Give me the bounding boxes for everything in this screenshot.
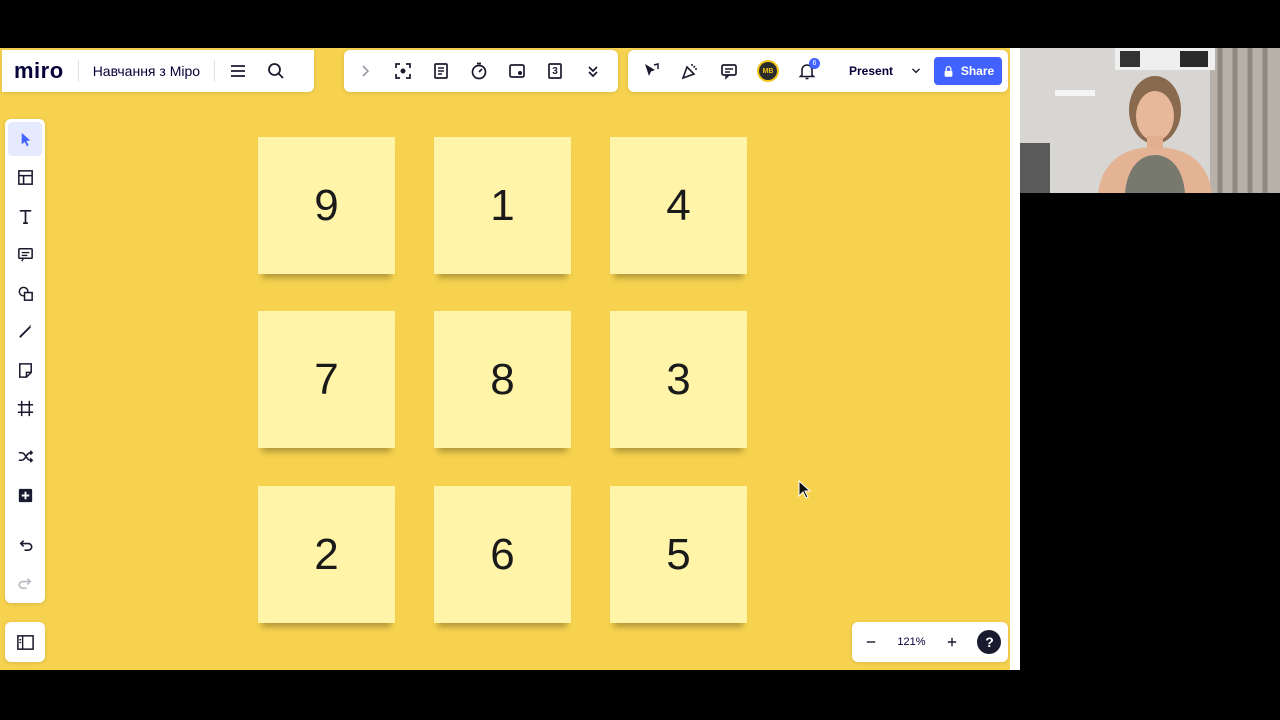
expand-toolbar-button[interactable]	[348, 54, 382, 88]
connector-tool[interactable]	[8, 439, 42, 473]
cursor-flag-icon	[645, 63, 659, 76]
notifications-button[interactable]: 6	[790, 54, 824, 88]
comment-tool[interactable]	[8, 237, 42, 271]
screen: 9 1 4 7 8 3 2 6 5 miro Навчання з Міро 3…	[0, 0, 1280, 720]
plus-icon	[947, 637, 956, 647]
timer-icon	[471, 62, 487, 80]
text-tool[interactable]	[8, 199, 42, 233]
sticky-note[interactable]: 9	[258, 137, 395, 274]
sticky-note[interactable]: 5	[610, 486, 747, 623]
divider	[214, 60, 216, 82]
divider	[77, 60, 79, 82]
shapes-icon	[18, 286, 33, 301]
more-apps-tool[interactable]	[8, 478, 42, 512]
collaboration-toolbar: 3	[344, 50, 618, 92]
zoom-controls: 121% ?	[852, 622, 1008, 662]
zoom-level[interactable]: 121%	[897, 636, 925, 648]
notification-badge: 6	[809, 58, 820, 69]
search-icon	[268, 63, 284, 79]
celebrate-button[interactable]	[673, 54, 707, 88]
user-avatar-button[interactable]: MB	[751, 54, 785, 88]
comments-button[interactable]	[712, 54, 746, 88]
presenter-video-icon	[1020, 48, 1280, 193]
minus-icon	[867, 641, 876, 643]
comment-icon	[721, 64, 737, 80]
select-tool[interactable]	[8, 122, 42, 156]
embed-icon	[509, 64, 525, 78]
sticky-note-text: 6	[490, 529, 515, 579]
undo-icon	[19, 539, 32, 551]
present-button[interactable]: Present	[849, 64, 893, 78]
sticky-note-text: 9	[314, 180, 339, 230]
redo-button[interactable]	[8, 565, 42, 599]
plus-square-icon	[18, 488, 32, 502]
redo-icon	[18, 577, 31, 589]
board-canvas[interactable]: 9 1 4 7 8 3 2 6 5	[0, 48, 1018, 670]
sticky-note[interactable]: 7	[258, 311, 395, 448]
webcam-video	[1020, 48, 1280, 193]
board-title[interactable]: Навчання з Міро	[93, 63, 200, 79]
chevron-right-icon	[362, 65, 370, 77]
share-button[interactable]: Share	[934, 57, 1002, 85]
reactions-button[interactable]	[634, 54, 668, 88]
shuffle-icon	[18, 449, 33, 463]
comment-icon	[17, 247, 33, 262]
pen-tool[interactable]	[8, 314, 42, 348]
shapes-tool[interactable]	[8, 276, 42, 310]
sticky-note[interactable]: 3	[610, 311, 747, 448]
layout-icon	[17, 169, 33, 185]
avatar: MB	[757, 60, 779, 82]
creation-toolbar	[5, 119, 45, 603]
chevron-down-icon	[912, 68, 921, 74]
frames-panel-button[interactable]	[5, 622, 45, 662]
sticky-note-text: 5	[666, 529, 691, 579]
frame-icon	[17, 400, 33, 416]
board-header: miro Навчання з Міро	[2, 50, 314, 92]
sticky-note-text: 3	[666, 354, 691, 404]
sticky-note-text: 2	[314, 529, 339, 579]
zoom-out-button[interactable]	[858, 625, 884, 659]
embed-button[interactable]	[500, 54, 534, 88]
sticky-note[interactable]: 6	[434, 486, 571, 623]
sticky-note-icon	[18, 362, 32, 378]
sticky-note-text: 8	[490, 354, 515, 404]
counter-value: 3	[552, 65, 558, 77]
sticky-note-text: 1	[490, 180, 515, 230]
pen-icon	[18, 324, 31, 338]
sticky-note-tool[interactable]	[8, 353, 42, 387]
sticky-note[interactable]: 1	[434, 137, 571, 274]
pointer-icon	[21, 132, 30, 146]
timer-button[interactable]	[462, 54, 496, 88]
sticky-note-text: 4	[666, 180, 691, 230]
focus-icon	[395, 63, 411, 79]
zoom-in-button[interactable]	[939, 625, 965, 659]
frame-tool[interactable]	[8, 391, 42, 425]
mouse-cursor-icon	[798, 480, 812, 499]
board-edge	[1010, 48, 1020, 670]
notes-button[interactable]	[424, 54, 458, 88]
share-label: Share	[960, 64, 995, 78]
sticky-note[interactable]: 8	[434, 311, 571, 448]
double-chevron-down-icon	[588, 66, 598, 78]
text-icon	[19, 209, 31, 224]
sticky-note-text: 7	[314, 354, 339, 404]
party-icon	[681, 64, 697, 80]
more-tools-button[interactable]	[576, 54, 610, 88]
templates-tool[interactable]	[8, 160, 42, 194]
hamburger-icon	[231, 65, 246, 77]
sidebar-icon	[16, 634, 34, 650]
counter-button[interactable]: 3	[538, 54, 572, 88]
document-icon	[434, 63, 448, 79]
present-options-button[interactable]	[904, 54, 928, 88]
miro-logo[interactable]: miro	[14, 58, 64, 84]
main-menu-button[interactable]	[221, 54, 255, 88]
focus-button[interactable]	[386, 54, 420, 88]
help-button[interactable]: ?	[977, 630, 1002, 654]
lock-icon	[944, 65, 953, 77]
undo-button[interactable]	[8, 527, 42, 561]
search-button[interactable]	[259, 54, 293, 88]
share-toolbar: MB 6 Present Share	[628, 50, 1008, 92]
sticky-note[interactable]: 2	[258, 486, 395, 623]
sticky-note[interactable]: 4	[610, 137, 747, 274]
